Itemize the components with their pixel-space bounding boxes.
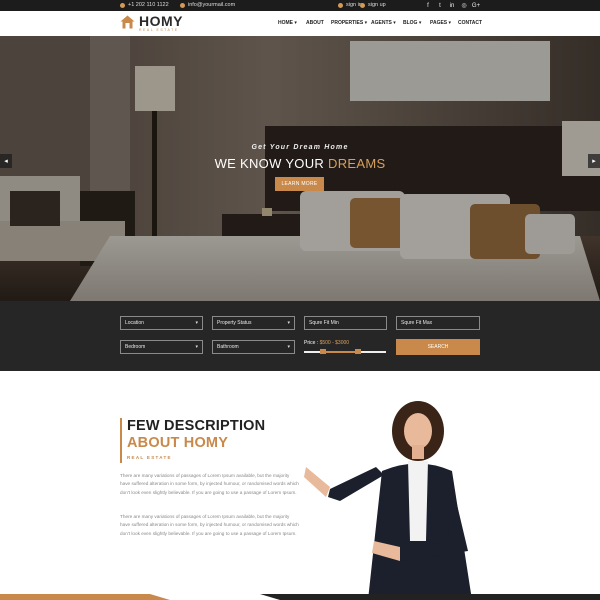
price-range-value: $500 - $3000	[319, 340, 350, 346]
sqft-max-placeholder: Squre Fit Max	[401, 320, 433, 326]
linkedin-icon[interactable]: in	[446, 1, 458, 10]
hero-title: WE KNOW YOUR DREAMS	[0, 156, 600, 171]
email-contact[interactable]: info@yourmail.com	[180, 2, 235, 8]
property-status-select[interactable]: Property Status ▾	[212, 316, 295, 330]
nav-item-about[interactable]: ABOUT	[306, 20, 324, 26]
hero-kicker: Get Your Dream Home	[251, 144, 349, 151]
nav-item-agents[interactable]: AGENTS ▾	[371, 20, 396, 26]
instagram-icon[interactable]: ◎	[458, 1, 470, 10]
main-navbar: HOMY REAL ESTATE HOME ▾ ABOUT PROPERTIES…	[0, 11, 600, 36]
chevron-left-icon[interactable]: ◂	[0, 154, 12, 168]
google-plus-icon[interactable]: G+	[470, 1, 482, 10]
about-heading-line-2: ABOUT HOMY	[127, 435, 229, 451]
bottom-accent-stripe	[0, 594, 600, 600]
hero-title-accent: DREAMS	[328, 156, 386, 171]
sqft-min-placeholder: Squre Fit Min	[309, 320, 339, 326]
about-paragraph-2: There are many variations of passages of…	[120, 514, 299, 536]
chevron-down-icon: ▾	[287, 344, 290, 350]
about-paragraph-1: There are many variations of passages of…	[120, 473, 299, 495]
price-label-text: Price :	[304, 340, 319, 346]
twitter-icon[interactable]: t	[434, 1, 446, 10]
location-select-value: Location	[125, 320, 144, 326]
chevron-down-icon: ▾	[195, 320, 198, 326]
property-search-panel	[0, 301, 600, 371]
facebook-icon[interactable]: f	[422, 1, 434, 10]
phone-number: +1 202 110 1122	[128, 2, 169, 8]
heading-accent-bar	[120, 418, 122, 463]
nav-item-properties[interactable]: PROPERTIES ▾	[331, 20, 367, 26]
nav-item-blog[interactable]: BLOG ▾	[403, 20, 421, 26]
top-bar: +1 202 110 1122 info@yourmail.com sign i…	[0, 0, 600, 11]
bedroom-select[interactable]: Bedroom ▾	[120, 340, 203, 354]
nav-item-contact[interactable]: CONTACT	[458, 20, 482, 26]
email-icon	[180, 2, 185, 8]
location-select[interactable]: Location ▾	[120, 316, 203, 330]
property-status-value: Property Status	[217, 320, 252, 326]
user-icon	[360, 2, 365, 8]
chevron-down-icon: ▾	[195, 344, 198, 350]
phone-icon	[120, 2, 125, 8]
bathroom-select-value: Bathroom	[217, 344, 239, 350]
bedroom-select-value: Bedroom	[125, 344, 146, 350]
price-slider-min-handle[interactable]	[320, 349, 327, 354]
price-range-label: Price : $500 - $3000	[304, 340, 349, 346]
social-links: f t in ◎ G+	[422, 1, 482, 10]
nav-item-pages[interactable]: PAGES ▾	[430, 20, 451, 26]
sqft-max-input[interactable]: Squre Fit Max	[396, 316, 480, 330]
brand-tagline: REAL ESTATE	[139, 28, 179, 32]
homy-landing-page: +1 202 110 1122 info@yourmail.com sign i…	[0, 0, 600, 600]
nav-menu: HOME ▾ ABOUT PROPERTIES ▾ AGENTS ▾ BLOG …	[0, 20, 600, 28]
about-heading-line-1: FEW DESCRIPTION	[127, 418, 266, 434]
nav-item-home[interactable]: HOME ▾	[278, 20, 297, 26]
signup-label: sign up	[368, 2, 386, 8]
email-address: info@yourmail.com	[188, 2, 236, 8]
search-button[interactable]: SEARCH	[396, 339, 480, 355]
price-slider-track[interactable]	[304, 351, 386, 353]
chevron-down-icon: ▾	[287, 320, 290, 326]
about-section: FEW DESCRIPTION ABOUT HOMY REAL ESTATE T…	[0, 371, 600, 600]
price-slider-max-handle[interactable]	[355, 349, 362, 354]
about-subheading: REAL ESTATE	[127, 455, 172, 460]
hero-title-plain: WE KNOW YOUR	[214, 156, 329, 171]
lock-icon	[338, 2, 343, 8]
sqft-min-input[interactable]: Squre Fit Min	[304, 316, 387, 330]
bathroom-select[interactable]: Bathroom ▾	[212, 340, 295, 354]
chevron-right-icon[interactable]: ▸	[588, 154, 600, 168]
signup-link[interactable]: sign up	[360, 2, 386, 8]
learn-more-button[interactable]: LEARN MORE	[275, 177, 324, 191]
agent-photo	[304, 401, 472, 600]
phone-contact[interactable]: +1 202 110 1122	[120, 2, 169, 8]
signin-link[interactable]: sign in	[338, 2, 362, 8]
hero-slider: Get Your Dream Home WE KNOW YOUR DREAMS …	[0, 36, 600, 301]
